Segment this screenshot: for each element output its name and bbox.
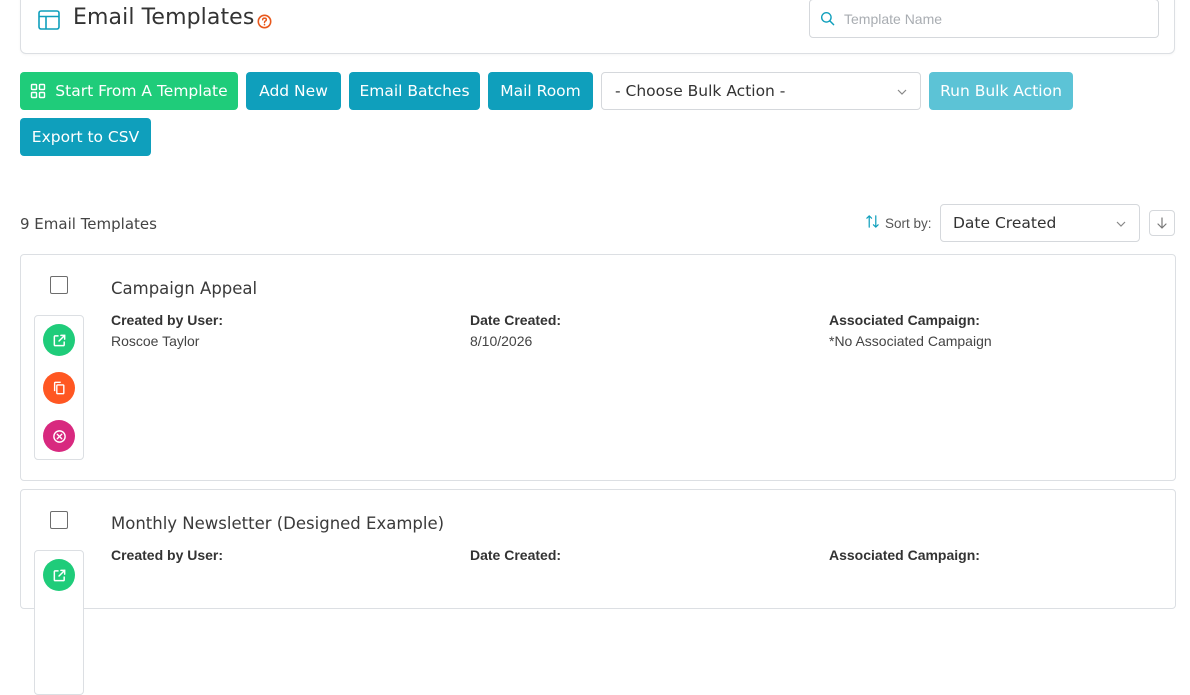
run-bulk-action-button[interactable]: Run Bulk Action <box>929 72 1073 110</box>
arrow-down-icon <box>1157 217 1167 229</box>
external-link-icon <box>53 334 65 346</box>
header-card: Email Templates <box>20 0 1175 54</box>
template-name-search-input[interactable] <box>844 1 1144 36</box>
row-checkbox[interactable] <box>50 276 68 294</box>
open-template-button[interactable] <box>43 559 75 591</box>
bulk-action-select[interactable]: - Choose Bulk Action - <box>601 72 921 110</box>
template-card: Monthly Newsletter (Designed Example) Cr… <box>20 489 1176 695</box>
sort-direction-button[interactable] <box>1149 210 1175 236</box>
start-from-template-label: Start From A Template <box>55 82 228 100</box>
created-by-value: Roscoe Taylor <box>111 333 200 349</box>
start-from-template-button[interactable]: Start From A Template <box>20 72 238 110</box>
created-by-label: Created by User: <box>111 547 224 563</box>
open-template-button[interactable] <box>43 324 75 356</box>
chevron-down-icon <box>897 89 907 95</box>
associated-campaign-label: Associated Campaign: <box>829 547 980 563</box>
delete-template-button[interactable] <box>43 420 75 452</box>
sort-arrows-icon <box>866 215 879 228</box>
template-card: Campaign Appeal Created by User: Roscoe … <box>20 254 1176 481</box>
add-new-button[interactable]: Add New <box>246 72 341 110</box>
bulk-action-selected: - Choose Bulk Action - <box>615 82 786 100</box>
date-created-label: Date Created: <box>470 312 562 328</box>
copy-icon <box>53 381 65 395</box>
x-circle-icon <box>52 429 66 443</box>
external-link-icon <box>53 569 65 581</box>
sort-selected: Date Created <box>953 214 1057 232</box>
layout-icon <box>38 10 60 30</box>
date-created-value: 8/10/2026 <box>470 333 533 349</box>
email-batches-button[interactable]: Email Batches <box>349 72 480 110</box>
grid-icon <box>31 83 46 99</box>
row-checkbox[interactable] <box>50 511 68 529</box>
chevron-down-icon <box>1116 221 1126 227</box>
mail-room-button[interactable]: Mail Room <box>488 72 593 110</box>
template-title[interactable]: Monthly Newsletter (Designed Example) <box>111 514 444 533</box>
export-csv-button[interactable]: Export to CSV <box>20 118 151 156</box>
action-rail <box>34 550 84 695</box>
sort-by-select[interactable]: Date Created <box>940 204 1140 242</box>
associated-campaign-value: *No Associated Campaign <box>829 333 992 349</box>
page-title: Email Templates <box>73 5 255 30</box>
copy-template-button[interactable] <box>43 372 75 404</box>
help-circle-icon[interactable] <box>257 14 272 29</box>
date-created-label: Date Created: <box>470 547 562 563</box>
search-box[interactable] <box>809 0 1159 38</box>
created-by-label: Created by User: <box>111 312 224 328</box>
search-icon <box>820 11 835 26</box>
sort-label: Sort by: <box>885 216 932 231</box>
template-count: 9 Email Templates <box>20 215 157 233</box>
associated-campaign-label: Associated Campaign: <box>829 312 980 328</box>
template-title[interactable]: Campaign Appeal <box>111 279 257 298</box>
action-rail <box>34 315 84 460</box>
